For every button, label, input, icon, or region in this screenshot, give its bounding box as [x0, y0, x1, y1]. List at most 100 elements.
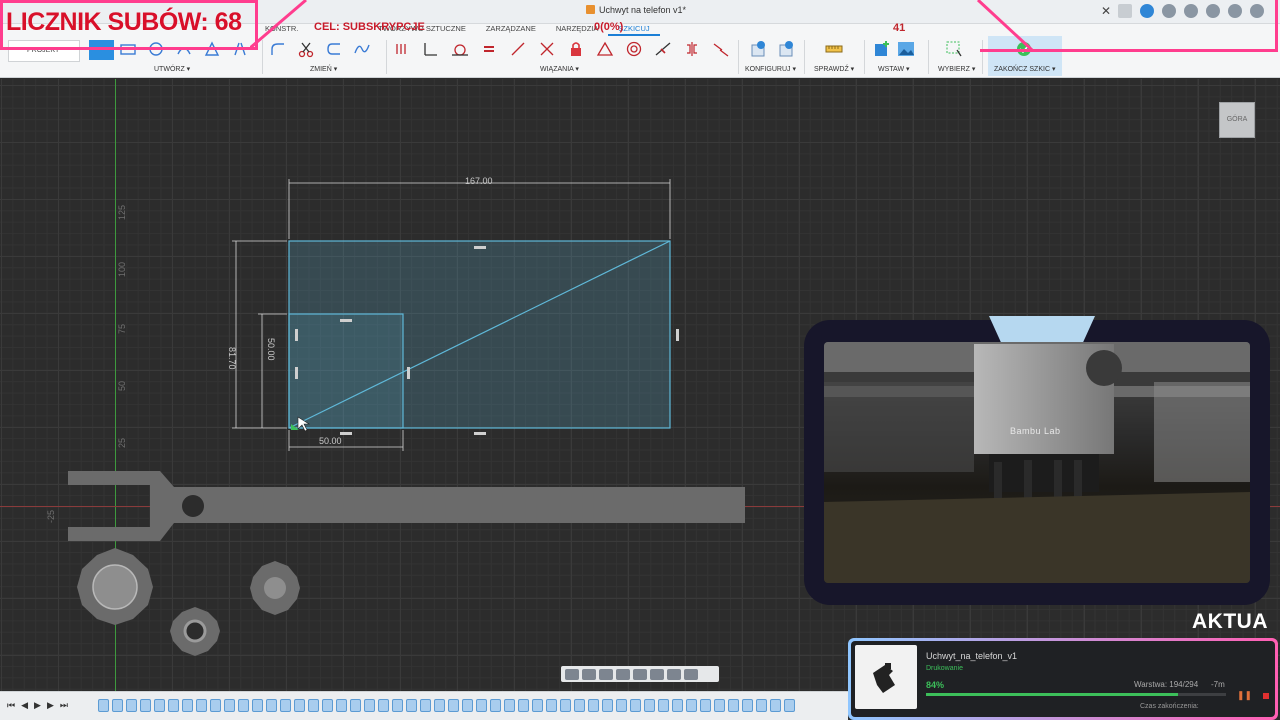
timeline-end-icon[interactable]: ⏭	[60, 700, 68, 711]
dimension-height-total[interactable]: 81.70	[227, 347, 237, 370]
look-at-icon[interactable]	[582, 668, 596, 680]
timeline-feature[interactable]	[112, 699, 123, 712]
timeline-feature[interactable]	[714, 699, 725, 712]
timeline-feature[interactable]	[350, 699, 361, 712]
timeline-feature[interactable]	[616, 699, 627, 712]
timeline-feature[interactable]	[420, 699, 431, 712]
timeline-feature[interactable]	[644, 699, 655, 712]
inspect-group-label[interactable]: SPRAWDŹ ▾	[814, 65, 854, 73]
fit-icon[interactable]	[633, 668, 647, 680]
timeline-feature[interactable]	[98, 699, 109, 712]
display-settings-icon[interactable]	[650, 668, 664, 680]
pan-hand-icon[interactable]	[599, 668, 613, 680]
timeline-feature[interactable]	[672, 699, 683, 712]
pause-icon[interactable]: ❚❚	[1237, 690, 1252, 701]
select-group-label[interactable]: WYBIERZ ▾	[938, 65, 975, 73]
concentric-icon[interactable]	[624, 39, 644, 59]
coincident-icon[interactable]	[421, 39, 441, 59]
timeline-back-icon[interactable]: ◀	[21, 700, 28, 711]
timeline-feature[interactable]	[742, 699, 753, 712]
timeline-feature[interactable]	[364, 699, 375, 712]
create-group-label[interactable]: UTWÓRZ ▾	[154, 65, 190, 73]
timeline-feature[interactable]	[630, 699, 641, 712]
horizontal-constraint-icon[interactable]	[392, 39, 412, 59]
tab-manage[interactable]: ZARZĄDZANE	[476, 24, 546, 36]
timeline-feature[interactable]	[448, 699, 459, 712]
timeline-feature[interactable]	[532, 699, 543, 712]
parallel-icon[interactable]	[508, 39, 528, 59]
timeline-feature[interactable]	[784, 699, 795, 712]
timeline-feature[interactable]	[504, 699, 515, 712]
spline-icon[interactable]	[352, 39, 372, 59]
orbit-icon[interactable]	[565, 668, 579, 680]
timeline-feature[interactable]	[574, 699, 585, 712]
timeline-feature[interactable]	[490, 699, 501, 712]
configure-group-label[interactable]: KONFIGURUJ ▾	[745, 65, 796, 73]
timeline-feature[interactable]	[476, 699, 487, 712]
fix-lock-icon[interactable]	[566, 39, 586, 59]
timeline-feature[interactable]	[266, 699, 277, 712]
timeline-feature[interactable]	[728, 699, 739, 712]
finish-sketch-label[interactable]: ZAKOŃCZ SZKIC ▾	[994, 65, 1055, 73]
timeline-feature[interactable]	[168, 699, 179, 712]
equal-icon[interactable]	[479, 39, 499, 59]
timeline-feature[interactable]	[434, 699, 445, 712]
timeline-forward-icon[interactable]: ▶	[47, 700, 54, 711]
timeline-feature[interactable]	[196, 699, 207, 712]
timeline-feature[interactable]	[770, 699, 781, 712]
timeline-play-icon[interactable]: ▶	[34, 700, 41, 711]
timeline-feature[interactable]	[546, 699, 557, 712]
stop-icon[interactable]	[1263, 693, 1269, 699]
measure-icon[interactable]	[824, 39, 844, 59]
timeline-feature[interactable]	[756, 699, 767, 712]
timeline-feature[interactable]	[406, 699, 417, 712]
insert-group-label[interactable]: WSTAW ▾	[878, 65, 910, 73]
triangle-constraint-icon[interactable]	[595, 39, 615, 59]
configure-rules-icon[interactable]	[776, 39, 796, 59]
collinear-icon[interactable]	[711, 39, 731, 59]
timeline-feature[interactable]	[294, 699, 305, 712]
dimension-inner-width[interactable]: 50.00	[319, 436, 342, 446]
insert-image-icon[interactable]	[896, 39, 916, 59]
timeline-feature[interactable]	[140, 699, 151, 712]
viewports-icon[interactable]	[684, 668, 698, 680]
timeline-feature[interactable]	[308, 699, 319, 712]
dimension-inner-height[interactable]: 50.00	[266, 338, 276, 361]
tangent-icon[interactable]	[450, 39, 470, 59]
offset-icon[interactable]	[324, 39, 344, 59]
dimension-width-total[interactable]: 167.00	[465, 176, 493, 186]
timeline-feature[interactable]	[224, 699, 235, 712]
timeline-feature[interactable]	[322, 699, 333, 712]
modify-group-label[interactable]: ZMIEŃ ▾	[310, 65, 337, 73]
view-cube[interactable]: GÓRA	[1219, 102, 1255, 138]
grid-settings-icon[interactable]	[667, 668, 681, 680]
timeline-feature[interactable]	[280, 699, 291, 712]
timeline-feature[interactable]	[154, 699, 165, 712]
perpendicular-icon[interactable]	[537, 39, 557, 59]
timeline-feature[interactable]	[252, 699, 263, 712]
midpoint-icon[interactable]	[653, 39, 673, 59]
insert-canvas-icon[interactable]	[872, 39, 892, 59]
timeline-feature[interactable]	[336, 699, 347, 712]
timeline-feature[interactable]	[700, 699, 711, 712]
timeline-feature[interactable]	[686, 699, 697, 712]
timeline-feature[interactable]	[462, 699, 473, 712]
symmetry-icon[interactable]	[682, 39, 702, 59]
timeline-feature[interactable]	[182, 699, 193, 712]
inner-square[interactable]	[288, 313, 404, 429]
select-window-icon[interactable]	[944, 39, 964, 59]
timeline-feature[interactable]	[518, 699, 529, 712]
timeline-feature[interactable]	[560, 699, 571, 712]
timeline-start-icon[interactable]: ⏮	[7, 700, 15, 711]
timeline-feature[interactable]	[588, 699, 599, 712]
timeline-feature[interactable]	[126, 699, 137, 712]
timeline-feature[interactable]	[658, 699, 669, 712]
timeline-feature[interactable]	[210, 699, 221, 712]
zoom-icon[interactable]	[616, 668, 630, 680]
timeline-feature[interactable]	[392, 699, 403, 712]
phone-holder-arm[interactable]	[68, 471, 745, 541]
timeline-feature[interactable]	[602, 699, 613, 712]
constraints-group-label[interactable]: WIĄZANIA ▾	[540, 65, 579, 73]
timeline-feature[interactable]	[378, 699, 389, 712]
timeline-feature[interactable]	[238, 699, 249, 712]
